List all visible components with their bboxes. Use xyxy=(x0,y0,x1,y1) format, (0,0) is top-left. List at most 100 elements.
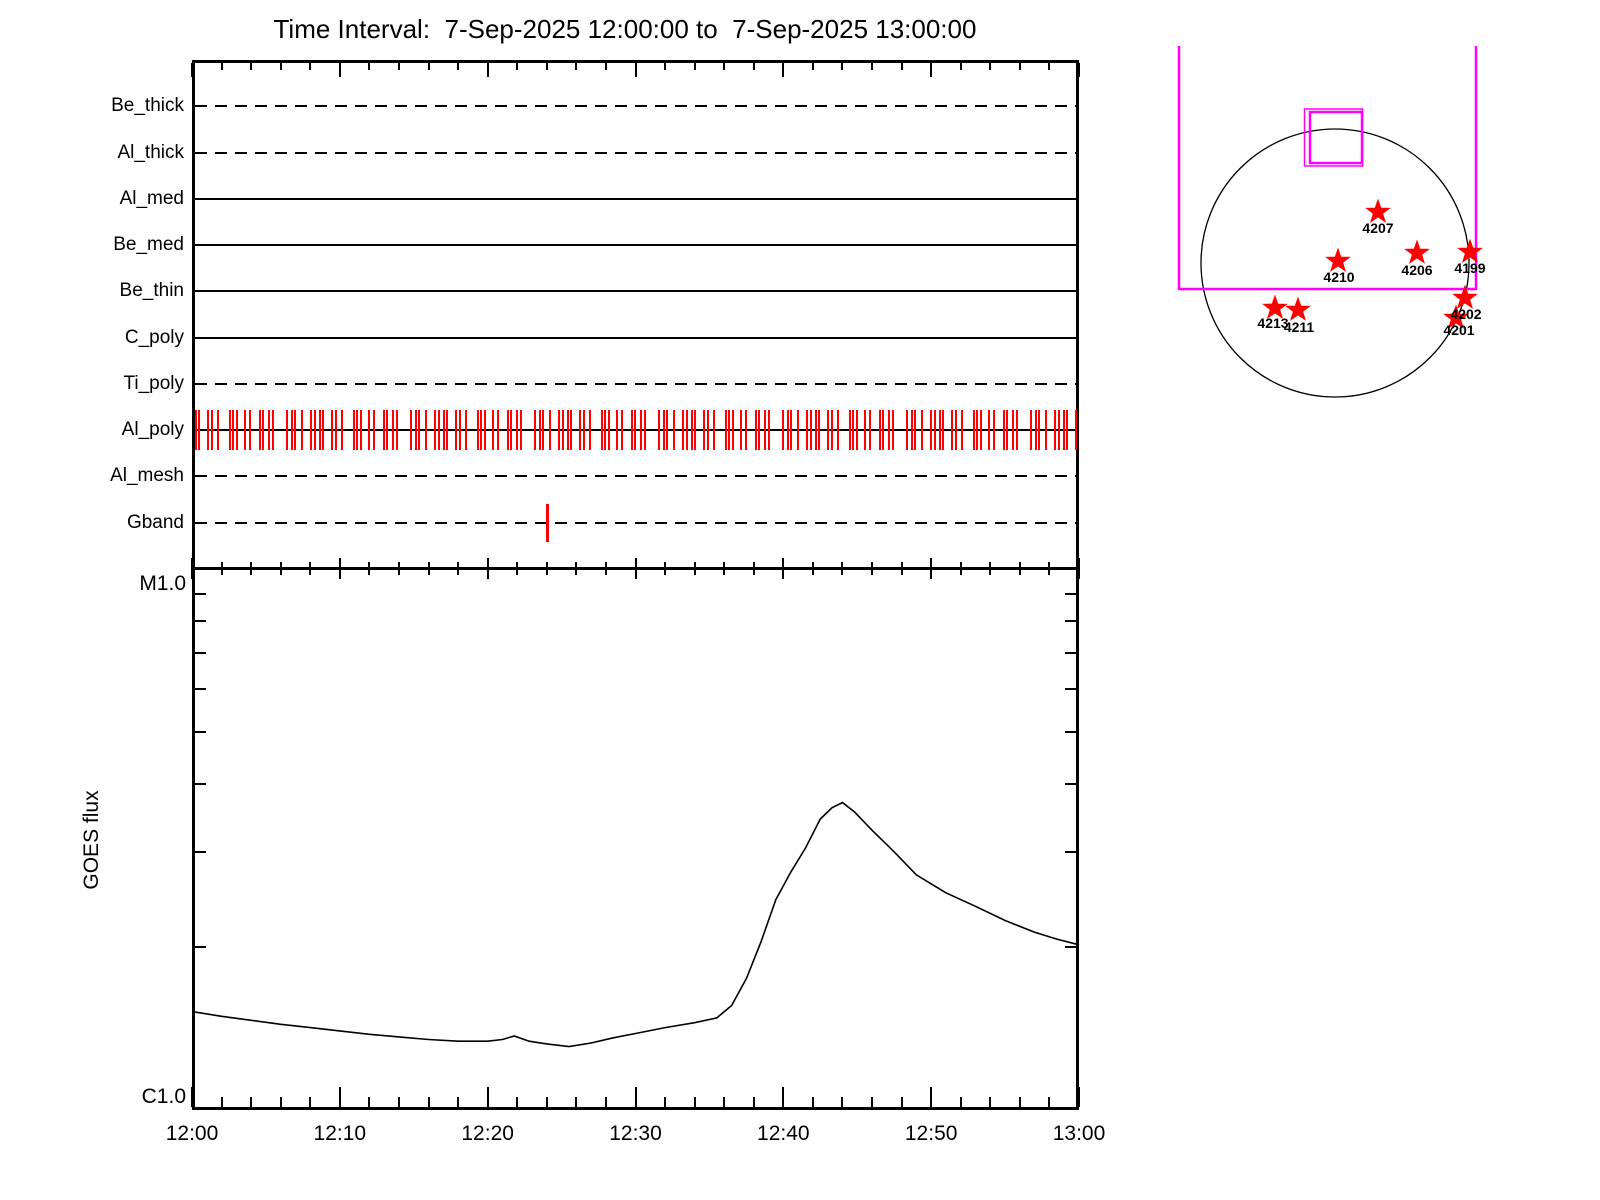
exposure-tick xyxy=(314,410,316,451)
time-label-12:00: 12:00 xyxy=(165,1122,219,1145)
exposure-tick xyxy=(797,410,799,451)
exposure-tick xyxy=(373,410,375,451)
time-tick-bottom xyxy=(989,1097,992,1107)
exposure-tick xyxy=(634,410,636,451)
exposure-tick xyxy=(236,410,238,451)
exposure-tick xyxy=(725,410,727,451)
exposure-tick xyxy=(682,410,684,451)
exposure-tick xyxy=(827,410,829,451)
time-tick-bottom xyxy=(900,1097,903,1107)
exposure-tick xyxy=(879,410,881,451)
filter-label-Be_med: Be_med xyxy=(113,234,184,256)
exposure-tick xyxy=(567,410,569,451)
time-tick-bottom xyxy=(959,1097,962,1107)
exposure-tick xyxy=(764,410,766,451)
exposure-tick xyxy=(782,410,784,451)
target-box-inner xyxy=(1308,110,1364,165)
time-tick-top xyxy=(516,63,519,70)
exposure-tick xyxy=(286,410,288,451)
exposure-tick xyxy=(831,410,833,451)
time-tick-bottom xyxy=(782,1087,785,1107)
goes-log-tick-left xyxy=(195,688,206,691)
time-tick-top xyxy=(871,63,874,70)
time-label-12:10: 12:10 xyxy=(313,1122,367,1145)
time-tick-top xyxy=(220,63,223,70)
time-tick-bottom xyxy=(516,1097,519,1107)
exposure-tick xyxy=(644,410,646,451)
exposure-tick xyxy=(745,410,747,451)
exposure-tick xyxy=(768,410,770,451)
exposure-tick xyxy=(666,410,668,451)
exposure-tick xyxy=(787,410,789,451)
active-region-star-4211 xyxy=(1285,296,1311,321)
exposure-tick xyxy=(383,410,385,451)
time-tick-mid xyxy=(930,558,933,579)
exposure-tick xyxy=(601,410,603,451)
time-tick-mid xyxy=(545,562,548,575)
time-tick-mid xyxy=(811,562,814,575)
time-tick-mid xyxy=(250,562,253,575)
exposure-tick xyxy=(988,410,990,451)
exposure-tick xyxy=(570,410,572,451)
active-region-label-4201: 4201 xyxy=(1443,322,1474,338)
exposure-tick xyxy=(484,410,486,451)
time-tick-bottom xyxy=(309,1097,312,1107)
time-label-13:00: 13:00 xyxy=(1052,1122,1106,1145)
panel-right-axis xyxy=(1076,60,1079,1110)
exposure-tick xyxy=(368,410,370,451)
goes-flux-curve xyxy=(191,801,1080,1048)
time-tick-top xyxy=(752,63,755,70)
time-tick-bottom xyxy=(220,1097,223,1107)
time-tick-top xyxy=(930,63,933,77)
active-region-label-4213: 4213 xyxy=(1257,315,1288,331)
time-tick-mid xyxy=(959,562,962,575)
exposure-tick xyxy=(1012,410,1014,451)
exposure-tick xyxy=(294,410,296,451)
solar-disk xyxy=(1200,128,1470,398)
time-tick-mid xyxy=(664,562,667,575)
exposure-tick xyxy=(589,410,591,451)
exposure-tick xyxy=(703,410,705,451)
exposure-tick xyxy=(930,410,932,451)
page-title: Time Interval: 7-Sep-2025 12:00:00 to 7-… xyxy=(273,14,977,44)
time-tick-top xyxy=(368,63,371,70)
exposure-tick xyxy=(806,410,808,451)
time-tick-bottom xyxy=(811,1097,814,1107)
exposure-tick xyxy=(198,410,200,451)
goes-log-tick-left xyxy=(195,620,206,623)
time-tick-top xyxy=(959,63,962,70)
exposure-tick xyxy=(869,410,871,451)
goes-ymax-label: M1.0 xyxy=(139,572,186,595)
time-tick-top xyxy=(1078,63,1080,77)
exposure-tick xyxy=(631,410,633,451)
exposure-tick xyxy=(446,410,448,451)
goes-log-tick-left xyxy=(195,730,206,733)
exposure-tick xyxy=(740,410,742,451)
time-tick-mid xyxy=(1078,558,1080,579)
exposure-tick xyxy=(341,410,343,451)
filter-label-Be_thin: Be_thin xyxy=(119,280,184,302)
active-region-label-4210: 4210 xyxy=(1323,269,1354,285)
exposure-tick xyxy=(465,410,467,451)
active-region-star-4199 xyxy=(1457,238,1483,263)
exposure-tick xyxy=(942,410,944,451)
exposure-tick xyxy=(319,410,321,451)
exposure-tick xyxy=(758,410,760,451)
time-tick-top xyxy=(545,63,548,70)
exposure-tick xyxy=(291,410,293,451)
goes-axis-title: GOES flux xyxy=(80,790,103,890)
time-tick-top xyxy=(782,63,785,77)
exposure-tick xyxy=(790,410,792,451)
goes-ymin-label: C1.0 xyxy=(141,1085,186,1108)
exposure-tick xyxy=(268,410,270,451)
filter-row-line-Ti_poly xyxy=(195,382,1076,385)
exposure-tick xyxy=(728,410,730,451)
exposure-tick xyxy=(301,410,303,451)
time-tick-bottom xyxy=(693,1097,696,1107)
time-tick-bottom xyxy=(427,1097,430,1107)
time-tick-bottom xyxy=(752,1097,755,1107)
time-tick-mid xyxy=(900,562,903,575)
exposure-tick xyxy=(837,410,839,451)
exposure-tick xyxy=(640,410,642,451)
time-tick-top xyxy=(634,63,637,77)
